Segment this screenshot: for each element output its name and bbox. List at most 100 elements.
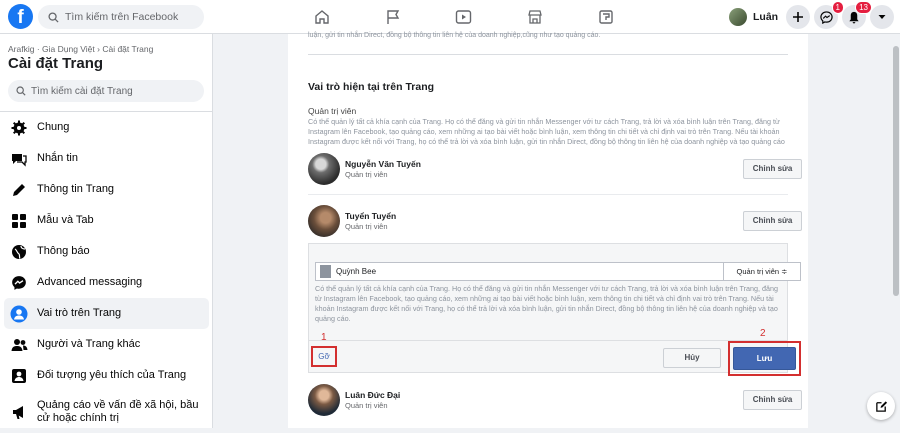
- sidebar-item-page-roles[interactable]: Vai trò trên Trang: [4, 298, 209, 329]
- role-description: Có thể quản lý tất cả khía cạnh của Tran…: [315, 284, 778, 323]
- editor-footer: Gỡ Hủy Lưu: [309, 340, 801, 376]
- remove-button[interactable]: Gỡ: [311, 346, 337, 367]
- facebook-search-input[interactable]: Tìm kiếm trên Facebook: [38, 5, 204, 29]
- sidebar-item-label: Advanced messaging: [37, 276, 143, 288]
- marketplace-nav-button[interactable]: [499, 0, 570, 34]
- avatar: [308, 153, 340, 185]
- user-name-input[interactable]: Quỳnh Bee: [315, 262, 724, 281]
- list-item: Tuyển Tuyển Quản trị viên Chỉnh sửa: [308, 203, 802, 241]
- person-role: Quản trị viên: [345, 401, 388, 410]
- section-title: Vai trò hiện tại trên Trang: [308, 81, 435, 93]
- facebook-logo[interactable]: f: [8, 4, 33, 29]
- cancel-button[interactable]: Hủy: [663, 348, 721, 368]
- annotation-marker-2: 2: [760, 328, 766, 339]
- edit-role-button[interactable]: Chỉnh sửa: [743, 211, 802, 231]
- caret-down-icon: [878, 15, 886, 19]
- section-divider: [308, 54, 788, 55]
- instagram-permissions-note: luận, gửi tin nhắn Direct, đồng bộ thông…: [308, 32, 601, 39]
- role-heading: Quản trị viên: [308, 106, 357, 116]
- sidebar-item-advanced-messaging[interactable]: Advanced messaging: [4, 267, 209, 298]
- edit-role-button[interactable]: Chỉnh sửa: [743, 390, 802, 410]
- sidebar-item-label: Quảng cáo về vấn đề xã hội, bầu cử hoặc …: [37, 399, 199, 424]
- notifications-badge: 13: [855, 1, 872, 14]
- person-name[interactable]: Luân Đức Đại: [345, 390, 400, 400]
- list-item: Nguyễn Văn Tuyến Quản trị viên Chỉnh sửa: [308, 151, 802, 189]
- sidebar-item-page-info[interactable]: Thông tin Trang: [4, 174, 209, 205]
- settings-sidebar: Arafkig · Gia Dụng Việt › Cài đặt Trang …: [0, 34, 213, 428]
- globe-icon: [9, 242, 29, 262]
- sidebar-item-label: Nhắn tin: [37, 152, 78, 164]
- add-role-editor: Quỳnh Bee Quản trị viên ≑ Có thể quản lý…: [308, 243, 801, 376]
- messenger-icon: [819, 10, 833, 24]
- person-role: Quản trị viên: [345, 170, 388, 179]
- watch-icon: [455, 10, 472, 24]
- profile-name: Luân: [753, 11, 779, 23]
- sidebar-item-messaging[interactable]: Nhắn tin: [4, 143, 209, 174]
- notifications-button[interactable]: 13: [842, 1, 872, 29]
- annotation-marker-1: 1: [321, 332, 327, 343]
- top-navigation-bar: f Tìm kiếm trên Facebook Luân 1 13: [0, 0, 900, 34]
- user-name-value: Quỳnh Bee: [336, 267, 377, 276]
- avatar: [729, 8, 747, 26]
- account-menu-button[interactable]: [870, 5, 894, 29]
- scrollbar-thumb[interactable]: [893, 46, 899, 296]
- messenger-button[interactable]: 1: [814, 1, 844, 29]
- create-button[interactable]: [786, 5, 810, 29]
- person-name[interactable]: Nguyễn Văn Tuyến: [345, 159, 421, 169]
- breadcrumb[interactable]: Arafkig · Gia Dụng Việt › Cài đặt Trang: [8, 44, 153, 54]
- person-role: Quản trị viên: [345, 222, 388, 231]
- list-item: Luân Đức Đại Quản trị viên Chỉnh sửa: [308, 382, 802, 420]
- megaphone-icon: [9, 402, 29, 422]
- flag-icon: [386, 10, 399, 24]
- home-icon: [314, 10, 329, 24]
- sidebar-item-label: Chung: [37, 121, 70, 133]
- sidebar-item-general[interactable]: Chung: [4, 112, 209, 143]
- search-placeholder: Tìm kiếm trên Facebook: [65, 11, 179, 23]
- page-roles-panel: luận, gửi tin nhắn Direct, đồng bộ thông…: [288, 32, 808, 428]
- gaming-nav-button[interactable]: [570, 0, 641, 34]
- avatar: [320, 265, 331, 278]
- profile-button[interactable]: Luân: [729, 5, 778, 29]
- sidebar-item-label: Vai trò trên Trang: [37, 307, 122, 319]
- new-message-button[interactable]: [867, 392, 895, 420]
- settings-menu: Chung Nhắn tin Thông tin Trang Mẫu và Ta…: [4, 112, 209, 433]
- sidebar-item-label: Đối tượng yêu thích của Trang: [37, 369, 187, 381]
- sidebar-item-preferred-audience[interactable]: Đối tượng yêu thích của Trang: [4, 360, 209, 391]
- pages-nav-button[interactable]: [357, 0, 428, 34]
- person-icon: [9, 304, 29, 324]
- marketplace-icon: [527, 10, 542, 24]
- home-nav-button[interactable]: [286, 0, 357, 34]
- settings-search-input[interactable]: Tìm kiếm cài đặt Trang: [8, 80, 204, 102]
- pencil-icon: [9, 180, 29, 200]
- page-title: Cài đặt Trang: [8, 55, 104, 72]
- avatar: [308, 205, 340, 237]
- sidebar-item-notifications[interactable]: Thông báo: [4, 236, 209, 267]
- role-dropdown[interactable]: Quản trị viên ≑: [723, 262, 801, 281]
- plus-icon: [793, 12, 803, 22]
- people-icon: [9, 335, 29, 355]
- gear-icon: [9, 118, 29, 138]
- sidebar-item-label: Người và Trang khác: [37, 338, 141, 350]
- sidebar-item-label: Mẫu và Tab: [37, 214, 94, 226]
- sidebar-item-people-other-pages[interactable]: Người và Trang khác: [4, 329, 209, 360]
- sidebar-item-label: Thông tin Trang: [37, 183, 115, 195]
- settings-search-placeholder: Tìm kiếm cài đặt Trang: [31, 85, 133, 97]
- watch-nav-button[interactable]: [428, 0, 499, 34]
- audience-icon: [9, 366, 29, 386]
- messenger-icon: [9, 273, 29, 293]
- sidebar-item-templates-tabs[interactable]: Mẫu và Tab: [4, 205, 209, 236]
- sidebar-item-label: Thông báo: [37, 245, 90, 257]
- search-icon: [48, 11, 59, 23]
- grid-icon: [9, 211, 29, 231]
- role-description: Có thể quản lý tất cả khía cạnh của Tran…: [308, 117, 785, 146]
- save-button[interactable]: Lưu: [733, 347, 796, 370]
- chat-icon: [9, 149, 29, 169]
- sidebar-item-political-ads[interactable]: Quảng cáo về vấn đề xã hội, bầu cử hoặc …: [4, 391, 209, 433]
- person-name[interactable]: Tuyển Tuyển: [345, 211, 396, 221]
- compose-icon: [875, 400, 887, 412]
- row-divider: [308, 194, 788, 195]
- search-icon: [16, 86, 26, 96]
- avatar: [308, 384, 340, 416]
- edit-role-button[interactable]: Chỉnh sửa: [743, 159, 802, 179]
- gaming-icon: [598, 10, 613, 24]
